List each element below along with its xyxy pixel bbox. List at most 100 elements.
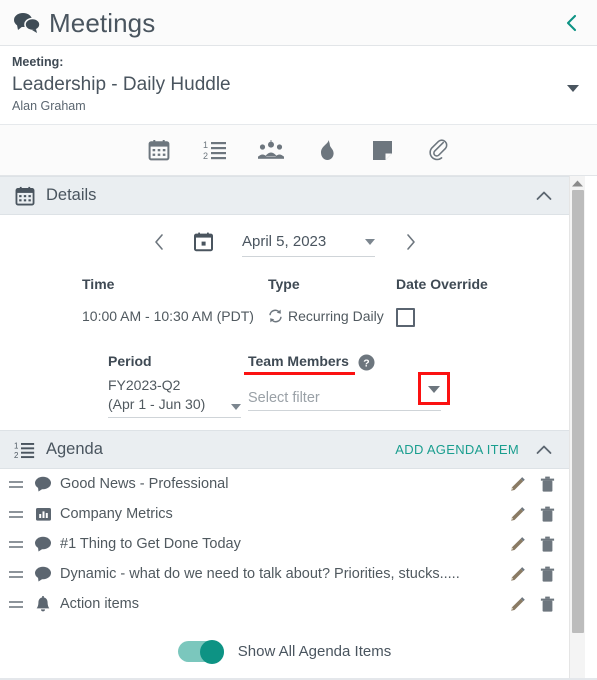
agenda-item-actions	[509, 536, 555, 553]
people-group-icon[interactable]	[254, 133, 288, 167]
bar-chart-icon	[32, 504, 54, 524]
team-members-dropdown-highlight[interactable]	[418, 372, 450, 405]
scrollable-content: Details April 5, 2023 Time 10:00 AM - 10…	[0, 176, 569, 678]
trash-icon[interactable]	[540, 566, 555, 583]
period-select[interactable]: FY2023-Q2 (Apr 1 - Jun 30)	[108, 376, 241, 418]
speech-bubble-icon	[32, 564, 54, 584]
period-caret-down-icon	[231, 404, 241, 410]
drag-handle-icon[interactable]	[9, 600, 26, 608]
period-field: Period FY2023-Q2 (Apr 1 - Jun 30)	[108, 352, 248, 418]
agenda-list-item[interactable]: Company Metrics	[0, 499, 569, 529]
drag-handle-icon[interactable]	[9, 570, 26, 578]
meeting-info: Meeting: Leadership - Daily Huddle Alan …	[12, 54, 563, 115]
team-members-input[interactable]: Select filter	[248, 385, 441, 411]
agenda-collapse-chevron-up-icon[interactable]	[533, 439, 555, 461]
agenda-list-item[interactable]: #1 Thing to Get Done Today	[0, 529, 569, 559]
period-value-line1: FY2023-Q2	[108, 377, 181, 393]
agenda-section-header[interactable]: 1 2 Agenda ADD AGENDA ITEM	[0, 430, 569, 469]
date-override-field: Date Override	[396, 275, 488, 327]
show-all-agenda-items-toggle[interactable]	[177, 639, 224, 664]
meeting-selector[interactable]: Meeting: Leadership - Daily Huddle Alan …	[0, 46, 597, 125]
numbered-list-icon[interactable]: 1 2	[198, 133, 232, 167]
agenda-list-item[interactable]: Dynamic - what do we need to talk about?…	[0, 559, 569, 589]
svg-text:1: 1	[203, 140, 208, 150]
drag-handle-icon[interactable]	[9, 480, 26, 488]
caret-down-icon[interactable]	[563, 78, 583, 98]
calendar-icon[interactable]	[142, 133, 176, 167]
pencil-icon[interactable]	[509, 566, 526, 583]
note-icon[interactable]	[366, 133, 400, 167]
date-override-label: Date Override	[396, 276, 488, 292]
app-title-bar: Meetings	[0, 0, 597, 46]
vertical-scrollbar[interactable]	[569, 176, 585, 678]
agenda-item-actions	[509, 506, 555, 523]
show-all-agenda-items-label: Show All Agenda Items	[237, 643, 392, 660]
agenda-item-actions	[509, 566, 555, 583]
time-field: Time 10:00 AM - 10:30 AM (PDT)	[82, 275, 268, 327]
panel-body: Details April 5, 2023 Time 10:00 AM - 10…	[0, 176, 597, 678]
agenda-list-item[interactable]: Good News - Professional	[0, 469, 569, 499]
bell-icon	[32, 594, 54, 614]
svg-text:2: 2	[203, 151, 208, 161]
time-label: Time	[82, 276, 115, 292]
recurring-icon	[268, 309, 283, 323]
page-title: Meetings	[49, 7, 156, 38]
type-value-row: Recurring Daily	[268, 308, 396, 324]
agenda-item-text: Company Metrics	[60, 506, 173, 522]
type-field: Type Recurring Daily	[268, 275, 396, 327]
add-agenda-item-button[interactable]: ADD AGENDA ITEM	[395, 442, 519, 457]
trash-icon[interactable]	[540, 506, 555, 523]
scroll-up-caret-up-icon[interactable]	[572, 176, 583, 190]
pencil-icon[interactable]	[509, 476, 526, 493]
svg-text:?: ?	[363, 357, 369, 369]
details-section-title: Details	[46, 186, 97, 204]
agenda-list-item[interactable]: Action items	[0, 589, 569, 619]
drag-handle-icon[interactable]	[9, 510, 26, 518]
meeting-title: Leadership - Daily Huddle	[12, 74, 231, 95]
agenda-item-text: Dynamic - what do we need to talk about?…	[60, 566, 460, 582]
details-section-header[interactable]: Details	[0, 176, 569, 215]
date-value: April 5, 2023	[242, 233, 327, 250]
scrollbar-thumb[interactable]	[571, 190, 584, 633]
section-icon-toolbar: 1 2	[0, 125, 597, 176]
pencil-icon[interactable]	[509, 536, 526, 553]
pencil-icon[interactable]	[509, 506, 526, 523]
team-members-placeholder: Select filter	[248, 389, 320, 406]
numbered-list-icon: 1 2	[14, 439, 35, 460]
help-circle-icon[interactable]: ?	[358, 354, 375, 371]
date-override-checkbox[interactable]	[396, 308, 415, 327]
meeting-owner: Alan Graham	[12, 99, 86, 113]
agenda-item-actions	[509, 476, 555, 493]
details-field-row-1: Time 10:00 AM - 10:30 AM (PDT) Type Recu…	[0, 265, 569, 327]
meeting-label: Meeting:	[12, 55, 64, 69]
agenda-item-text: Good News - Professional	[60, 476, 229, 492]
next-day-chevron-right-icon[interactable]	[395, 227, 425, 257]
trash-icon[interactable]	[540, 596, 555, 613]
calendar-picker-icon[interactable]	[186, 227, 220, 257]
paperclip-icon[interactable]	[422, 133, 456, 167]
agenda-item-text: #1 Thing to Get Done Today	[60, 536, 241, 552]
period-label: Period	[108, 353, 152, 369]
pencil-icon[interactable]	[509, 596, 526, 613]
prev-day-chevron-left-icon[interactable]	[144, 227, 174, 257]
date-navigator: April 5, 2023	[0, 219, 569, 265]
date-select[interactable]: April 5, 2023	[242, 227, 375, 257]
svg-text:1: 1	[14, 441, 18, 450]
show-all-agenda-items-row: Show All Agenda Items	[0, 619, 569, 672]
speech-bubble-icon	[32, 534, 54, 554]
type-value: Recurring Daily	[288, 308, 384, 324]
team-members-field: Team Members ? Select filter	[244, 352, 468, 418]
scrollbar-track[interactable]	[570, 190, 586, 678]
chat-bubbles-icon	[12, 11, 42, 35]
calendar-icon	[14, 185, 35, 206]
meetings-panel: Meetings Meeting: Leadership - Daily Hud…	[0, 0, 597, 680]
chevron-left-icon[interactable]	[561, 12, 583, 34]
trash-icon[interactable]	[540, 536, 555, 553]
details-collapse-chevron-up-icon[interactable]	[533, 185, 555, 207]
drag-handle-icon[interactable]	[9, 540, 26, 548]
trash-icon[interactable]	[540, 476, 555, 493]
time-value: 10:00 AM - 10:30 AM (PDT)	[82, 308, 254, 324]
caret-down-icon	[428, 380, 440, 398]
right-gutter	[585, 176, 597, 678]
flame-icon[interactable]	[310, 133, 344, 167]
